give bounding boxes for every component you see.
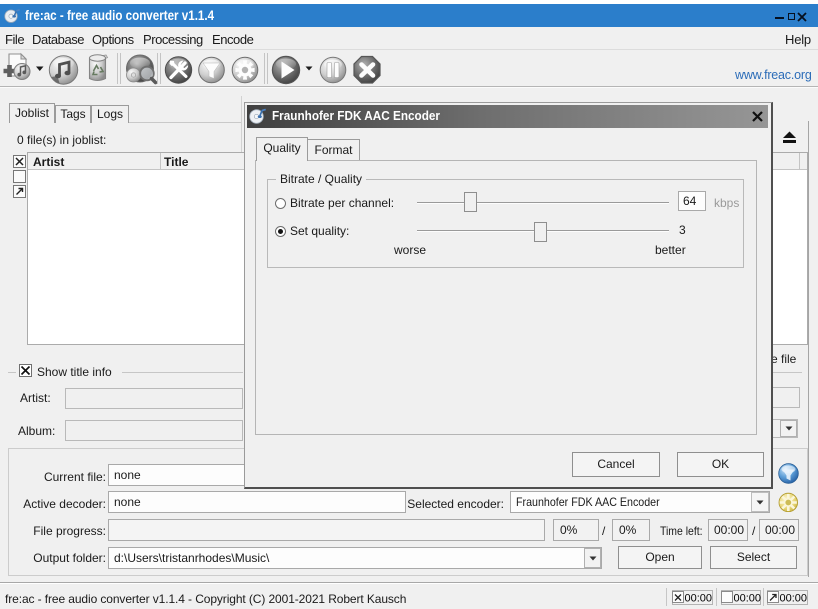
svg-text:00:00: 00:00: [685, 593, 713, 605]
svg-text:00:00: 00:00: [780, 593, 808, 605]
svg-text:00:00: 00:00: [734, 593, 762, 605]
